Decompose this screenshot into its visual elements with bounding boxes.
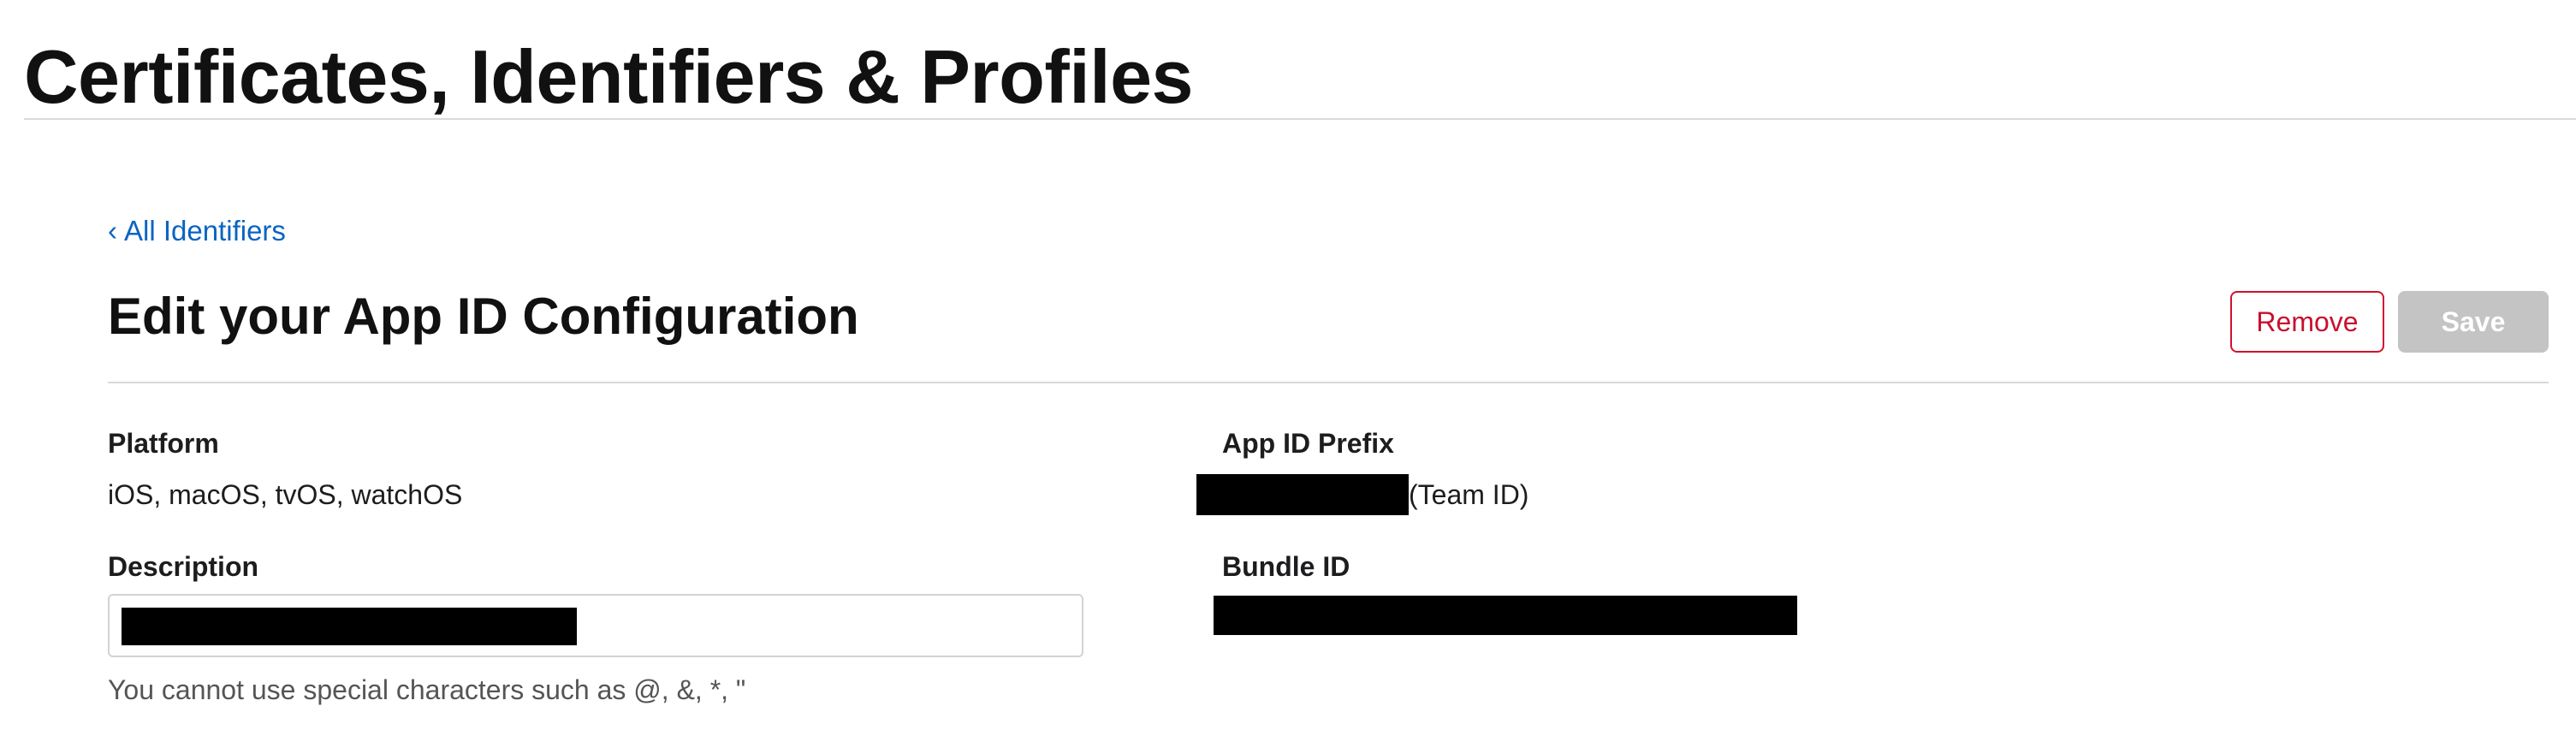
description-input[interactable]	[108, 594, 1083, 657]
section-title: Edit your App ID Configuration	[108, 288, 859, 345]
section-divider	[108, 382, 2549, 383]
team-id-suffix: (Team ID)	[1409, 479, 1529, 510]
platform-value: iOS, macOS, tvOS, watchOS	[108, 479, 463, 510]
back-to-all-identifiers-link[interactable]: ‹ All Identifiers	[108, 211, 286, 252]
bundle-id-redacted-value	[1214, 596, 1797, 635]
platform-label: Platform	[108, 428, 219, 459]
remove-button[interactable]: Remove	[2230, 291, 2384, 353]
save-button[interactable]: Save	[2398, 291, 2549, 353]
page-title: Certificates, Identifiers & Profiles	[24, 34, 1193, 119]
app-id-prefix-redacted-value	[1196, 474, 1409, 515]
back-link-label: All Identifiers	[124, 215, 286, 246]
bundle-id-label: Bundle ID	[1222, 551, 1350, 582]
app-id-prefix-label: App ID Prefix	[1222, 428, 1394, 459]
save-button-label: Save	[2441, 306, 2506, 337]
app-id-config-page: Certificates, Identifiers & Profiles ‹ Al…	[0, 0, 2576, 736]
description-label: Description	[108, 551, 259, 582]
chevron-left-icon: ‹	[108, 215, 117, 246]
remove-button-label: Remove	[2256, 306, 2359, 337]
description-redacted-value	[122, 608, 577, 645]
description-hint: You cannot use special characters such a…	[108, 674, 746, 705]
header-divider	[24, 118, 2576, 120]
